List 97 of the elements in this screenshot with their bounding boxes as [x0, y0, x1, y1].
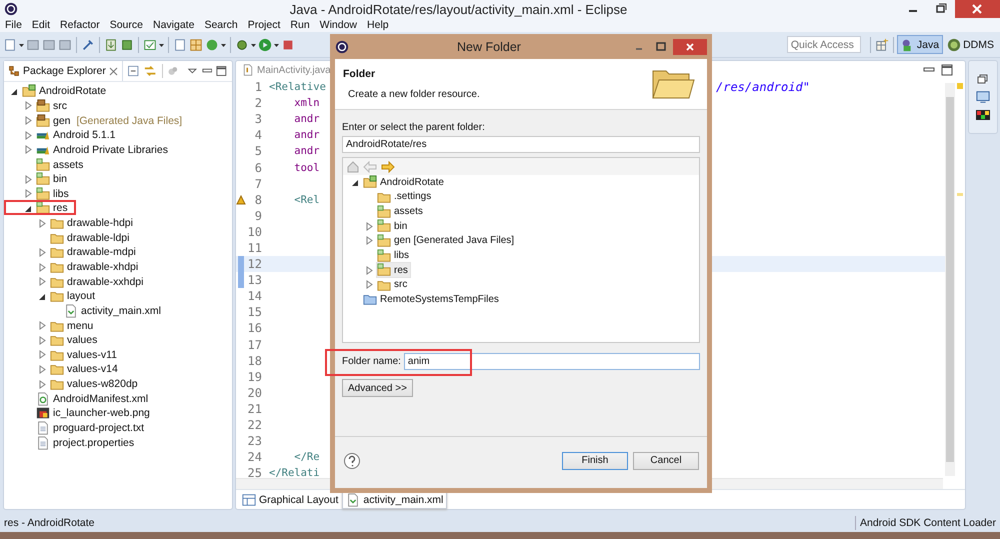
line-number: 9 [254, 208, 262, 223]
tree-item[interactable]: project.properties [36, 436, 136, 450]
line-number: 12 [246, 257, 262, 272]
tree-item[interactable]: Android 5.1.1 [36, 128, 118, 142]
parent-folder-field[interactable]: AndroidRotate/res [342, 136, 700, 153]
line-number: 24 [246, 450, 262, 464]
code-text: tool [293, 162, 320, 174]
advanced-button[interactable]: Advanced >> [342, 379, 413, 397]
dialog-description: Create a new folder resource. [347, 89, 481, 100]
tree-item[interactable]: assets [36, 158, 86, 172]
tree-item[interactable]: values-v11 [50, 348, 119, 362]
menubar-entry[interactable]: Source [110, 19, 143, 31]
tree-item[interactable]: values-w820dp [50, 377, 140, 392]
tree-item[interactable]: drawable-ldpi [50, 230, 132, 245]
tree-item[interactable]: bin [36, 172, 70, 186]
line-number: 20 [246, 386, 262, 400]
menubar-entry[interactable]: Run [290, 19, 310, 31]
tree-item[interactable]: gen [Generated Java Files] [36, 114, 184, 128]
line-number: 13 [246, 273, 262, 288]
code-text: andr [293, 145, 320, 158]
view-tab[interactable]: Package Explorer [4, 61, 123, 81]
code-text: andr [293, 113, 320, 126]
tree-item[interactable]: Android Private Libraries [36, 142, 170, 157]
folder-name-field[interactable]: anim [404, 353, 700, 370]
status-text: res - AndroidRotate [4, 516, 94, 528]
tree-item[interactable]: proguard-project.txt [36, 421, 146, 436]
line-number: 22 [246, 418, 262, 432]
tree-item[interactable]: layout [50, 289, 98, 304]
line-number: 5 [254, 144, 262, 158]
status-text: Android SDK Content Loader [860, 516, 996, 528]
code-text: andr [293, 129, 320, 142]
line-number: 10 [246, 224, 262, 239]
tree-item[interactable]: assets [377, 204, 425, 219]
window-title: Java - AndroidRotate/res/layout/activity_main.xml - Eclipse [288, 2, 628, 16]
line-number: 8 [254, 192, 262, 207]
line-number: 25 [246, 466, 262, 480]
tree-item[interactable]: values-v14 [50, 362, 120, 376]
tree-item[interactable]: ic_launcher-web.png [36, 406, 152, 420]
menubar-entry[interactable]: Navigate [152, 19, 194, 31]
field-label: Folder name: [342, 356, 401, 367]
perspective-button[interactable]: DDMS [943, 35, 998, 54]
tree-item[interactable]: src [377, 278, 410, 292]
tree-item[interactable]: AndroidManifest.xml [36, 392, 150, 406]
tree-item[interactable]: drawable-xhdpi [50, 260, 140, 274]
line-number: 19 [246, 370, 262, 384]
menubar-entry[interactable]: Project [248, 19, 280, 31]
line-number: 18 [246, 354, 262, 368]
perspective-button[interactable]: Java [896, 35, 944, 54]
tree-item[interactable]: drawable-xxhdpi [50, 274, 146, 289]
tree-item[interactable]: AndroidRotate [22, 84, 108, 98]
menubar-entry[interactable]: Help [367, 19, 389, 31]
dialog-button[interactable]: Cancel [633, 452, 699, 470]
code-text: /res/android" [716, 80, 810, 94]
tree-item[interactable]: activity_main.xml [64, 304, 163, 318]
line-number: 7 [254, 176, 262, 191]
quick-access-field[interactable]: Quick Access [786, 36, 861, 53]
line-number: 11 [246, 240, 262, 255]
line-number: 2 [254, 96, 262, 110]
editor-page-tab[interactable]: Graphical Layout [238, 490, 342, 508]
dialog-heading: Folder [343, 68, 376, 80]
code-text: </Re [293, 451, 320, 464]
tree-item[interactable]: RemoteSystemsTempFiles [363, 292, 501, 306]
tree-item[interactable]: gen [Generated Java Files] [377, 234, 516, 248]
field-label: Enter or select the parent folder: [342, 122, 486, 133]
line-number: 21 [246, 402, 262, 416]
menubar-entry[interactable]: Edit [32, 19, 50, 31]
line-number: 1 [254, 80, 262, 94]
tree-item[interactable]: res [36, 201, 70, 216]
code-text: xmln [293, 97, 320, 110]
line-number: 16 [246, 321, 262, 336]
tree-item[interactable]: bin [377, 219, 410, 234]
tree-item[interactable]: AndroidRotate [363, 175, 446, 190]
tree-item[interactable]: src [36, 98, 69, 113]
code-text: <Relative [269, 81, 326, 94]
line-number: 17 [246, 338, 262, 352]
menubar-entry[interactable]: Window [320, 19, 358, 31]
dialog-button[interactable]: Finish [562, 452, 628, 470]
tree-item[interactable]: values [50, 333, 100, 348]
line-number: 4 [254, 128, 262, 142]
code-text: <Rel [293, 194, 320, 206]
tree-item[interactable]: drawable-hdpi [50, 216, 135, 230]
line-number: 15 [246, 305, 262, 320]
line-number: 3 [254, 112, 262, 126]
tree-item[interactable]: libs [377, 248, 412, 263]
line-number: 23 [246, 434, 262, 448]
tree-item[interactable]: libs [36, 186, 71, 201]
line-number: 14 [246, 289, 262, 304]
code-text: </Relati [269, 467, 320, 480]
menubar-entry[interactable]: Refactor [60, 19, 100, 31]
tree-item[interactable]: menu [50, 318, 96, 333]
line-number: 6 [254, 160, 262, 175]
tree-item[interactable]: drawable-mdpi [50, 245, 138, 260]
tree-item[interactable]: res [377, 263, 410, 278]
dialog-title: New Folder [456, 40, 522, 54]
tree-item[interactable]: .settings [377, 190, 434, 204]
menubar-entry[interactable]: Search [204, 19, 238, 31]
menubar-entry[interactable]: File [5, 19, 22, 31]
